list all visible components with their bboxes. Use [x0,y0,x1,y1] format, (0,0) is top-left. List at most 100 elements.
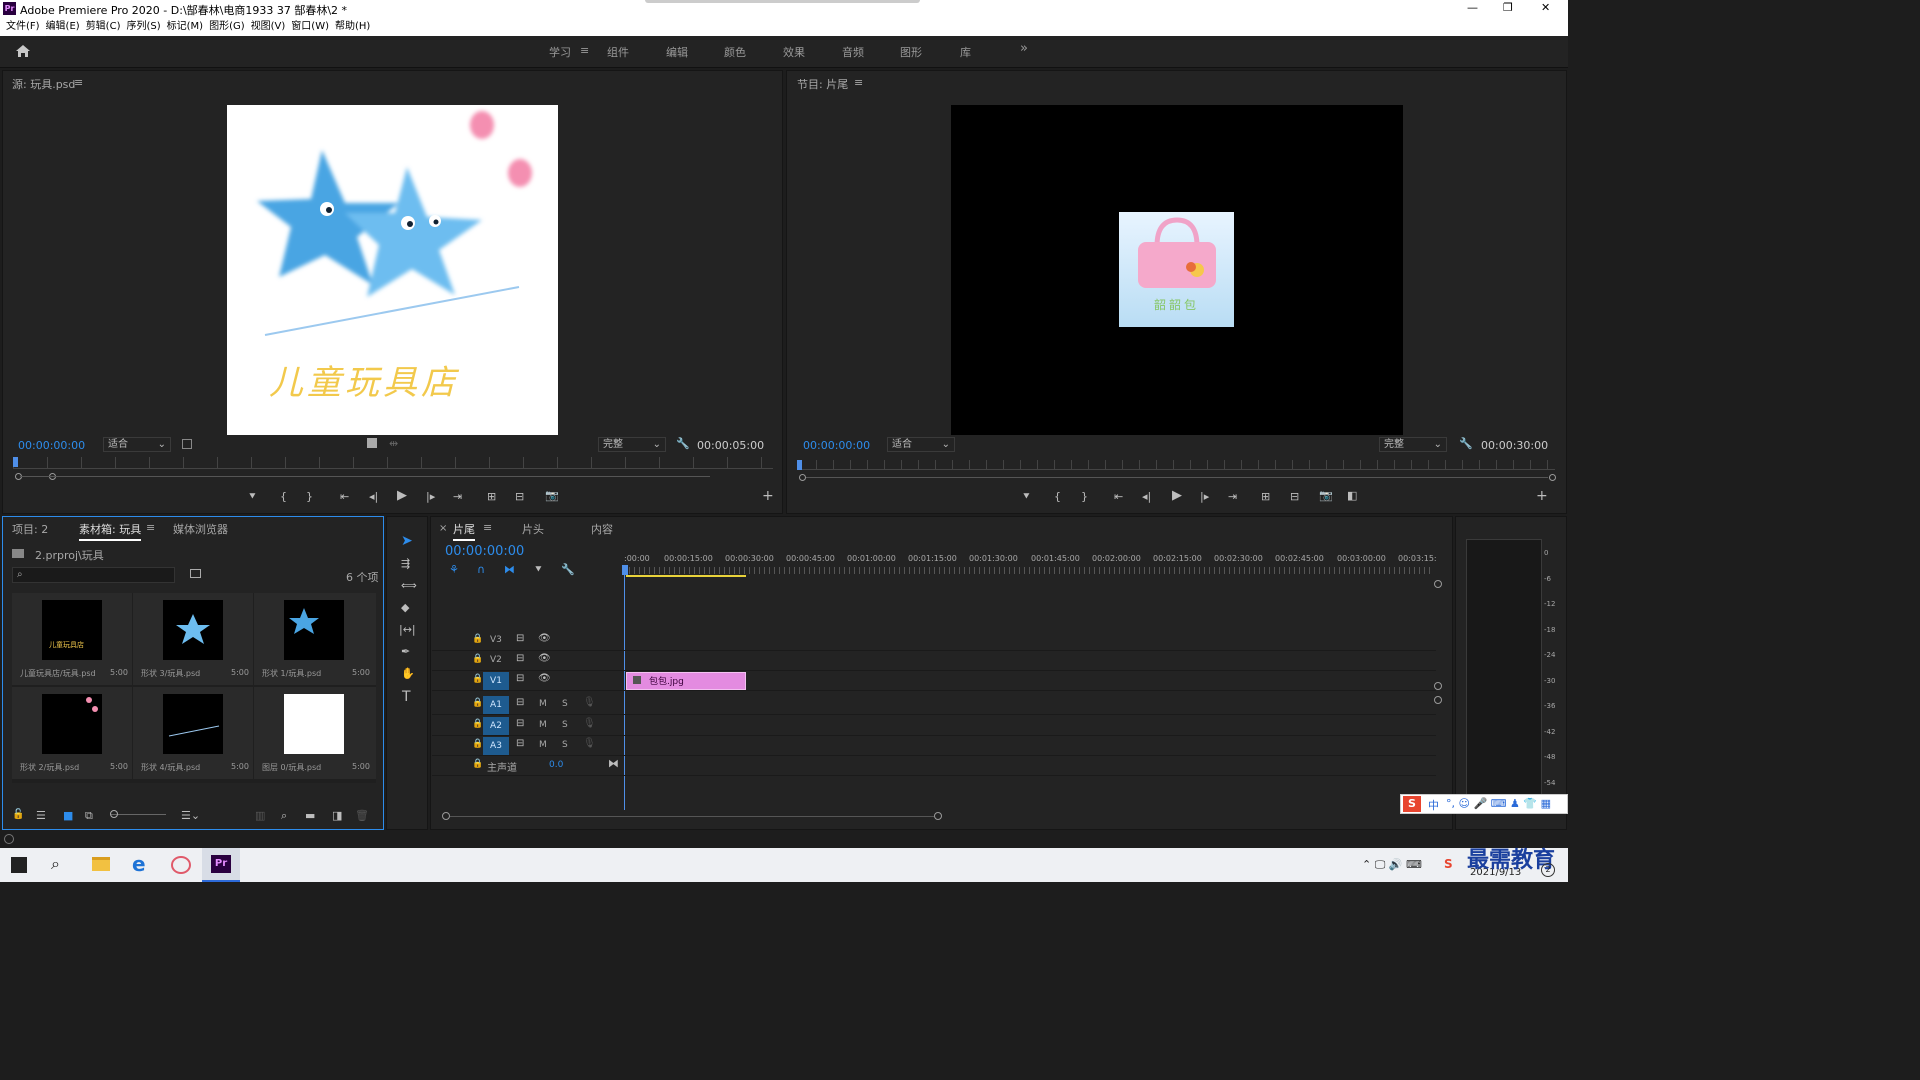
workspace-tab-libraries[interactable]: 库 [960,44,971,60]
timeline-settings-icon[interactable]: 🔧 [561,563,575,576]
program-zoom-bar[interactable] [799,474,1556,482]
export-frame-icon[interactable]: 📷 [545,489,559,502]
new-item-icon[interactable]: ◨ [332,809,342,822]
menu-edit[interactable]: 编辑(E) [46,18,80,36]
add-marker-icon[interactable]: ⯆ [248,490,257,504]
workspace-menu-icon[interactable]: ≡ [580,44,589,57]
source-settings-icon[interactable] [182,439,192,449]
taskbar-search-icon[interactable]: ⌕ [51,854,60,874]
lock-icon[interactable]: 🔓 [12,809,24,820]
nest-icon[interactable]: ⚘ [449,563,459,576]
program-add-marker-icon[interactable]: ⯆ [1022,490,1031,504]
pen-tool-icon[interactable]: ✒ [401,645,410,658]
track-mute-button[interactable]: M [539,720,547,730]
insert-icon[interactable]: ⊞ [487,490,496,503]
track-sync-icon[interactable]: ⊟ [516,673,524,684]
maximize-button[interactable]: ❐ [1503,1,1513,14]
source-fit-dropdown[interactable]: 适合 ⌄ [103,437,171,452]
workspace-tab-color[interactable]: 颜色 [724,44,746,60]
selection-tool-icon[interactable]: ➤ [401,533,413,549]
type-tool-icon[interactable]: T [402,689,411,705]
tab-project[interactable]: 项目: 2 [12,521,48,537]
workspace-more-icon[interactable]: » [1020,41,1028,56]
program-playhead[interactable] [797,460,802,470]
home-icon[interactable] [15,44,31,58]
program-quality-dropdown[interactable]: 完整 ⌄ [1379,437,1447,452]
go-to-out-icon[interactable]: ⇥ [453,490,462,503]
track-label[interactable]: V1 [483,672,509,690]
bin-item[interactable]: 形状 4/玩具.psd 5:00 [133,687,253,779]
linked-selection-icon[interactable]: ⧓ [504,563,515,576]
sort-icon[interactable]: ☰⌄ [181,809,200,822]
step-back-icon[interactable]: ◂| [369,490,378,503]
source-playhead[interactable] [13,457,18,467]
timeline-tab-start[interactable]: 片头 [522,521,544,537]
new-bin-icon[interactable]: ▬ [305,809,315,822]
menu-graphics[interactable]: 图形(G) [209,18,245,36]
program-play-icon[interactable]: ▶ [1172,488,1182,503]
play-icon[interactable]: ▶ [397,488,407,503]
razor-tool-icon[interactable]: ◆ [401,601,409,614]
track-lock-icon[interactable]: 🔒 [472,634,483,644]
source-timecode[interactable]: 00:00:00:00 [18,439,85,452]
program-fit-dropdown[interactable]: 适合 ⌄ [887,437,955,452]
work-area-bar[interactable] [626,575,746,577]
timeline-timecode[interactable]: 00:00:00:00 [445,544,524,559]
source-quality-dropdown[interactable]: 完整 ⌄ [598,437,666,452]
track-sync-icon[interactable]: ⊟ [516,653,524,664]
track-sync-icon[interactable]: ⊟ [516,738,524,749]
program-step-back-icon[interactable]: ◂| [1142,490,1151,503]
menu-file[interactable]: 文件(F) [6,18,40,36]
timeline-playhead-head[interactable] [622,565,628,575]
step-forward-icon[interactable]: |▸ [426,490,435,503]
track-solo-button[interactable]: S [562,740,568,750]
tray-sogou-icon[interactable]: S [1444,857,1453,871]
workspace-tab-learn[interactable]: 学习 [549,44,571,60]
program-monitor-title[interactable]: 节目: 片尾 [797,76,848,92]
timeline-vertical-scrollbar[interactable] [1434,580,1443,705]
minimize-button[interactable]: — [1467,1,1478,14]
zoom-slider-handle[interactable] [110,810,118,818]
master-volume-value[interactable]: 0.0 [549,760,563,770]
file-explorer-icon[interactable] [92,857,110,871]
track-mute-button[interactable]: M [539,740,547,750]
source-drag-icon[interactable]: ⇹ [389,437,398,450]
track-label[interactable]: V2 [490,655,502,665]
bin-tab-menu-icon[interactable]: ≡ [146,521,155,534]
premiere-taskbar-icon[interactable]: Pr [202,848,240,882]
program-export-frame-icon[interactable]: 📷 [1319,489,1333,502]
bin-item[interactable]: 图层 0/玩具.psd 5:00 [254,687,376,779]
slip-tool-icon[interactable]: |↔| [399,623,416,636]
timeline-tab-menu-icon[interactable]: ≡ [483,521,492,534]
timeline-clip[interactable]: 包包.jpg [626,672,746,690]
timeline-tab-content[interactable]: 内容 [591,521,613,537]
automate-icon[interactable]: ▥ [255,809,265,822]
close-button[interactable]: ✕ [1541,1,1550,14]
track-lock-icon[interactable]: 🔒 [472,698,483,708]
bin-item[interactable]: 形状 3/玩具.psd 5:00 [133,593,253,685]
hand-tool-icon[interactable]: ✋ [401,667,415,680]
notification-badge[interactable]: 2 [1541,863,1555,877]
tray-icons[interactable]: ⌃ 🖵 🔊 ⌨ [1362,858,1422,872]
lift-icon[interactable]: ⊞ [1261,490,1270,503]
menu-view[interactable]: 视图(V) [251,18,286,36]
menu-marker[interactable]: 标记(M) [167,18,203,36]
program-mark-in-icon[interactable]: { [1054,490,1061,503]
track-mic-icon[interactable]: 🎙 [583,738,596,749]
track-sync-icon[interactable]: ⊟ [516,718,524,729]
track-solo-button[interactable]: S [562,720,568,730]
bin-item[interactable]: 形状 1/玩具.psd 5:00 [254,593,376,685]
mark-in-icon[interactable]: { [280,490,287,503]
bin-search-input[interactable]: ⌕ [12,567,175,583]
track-label[interactable]: A2 [483,717,509,735]
program-step-forward-icon[interactable]: |▸ [1200,490,1209,503]
freeform-view-icon[interactable]: ⧉ [85,809,93,823]
track-eye-icon[interactable]: 👁 [538,653,551,664]
overwrite-icon[interactable]: ⊟ [515,490,524,503]
tab-bin-toys[interactable]: 素材箱: 玩具 [79,521,142,541]
program-add-button-icon[interactable]: + [1536,488,1548,504]
ime-toolbar[interactable]: S 中 °, ☺ 🎤 ⌨ ♟ 👕 ▦ [1400,794,1568,814]
workspace-tab-graphics[interactable]: 图形 [900,44,922,60]
track-eye-icon[interactable]: 👁 [538,673,551,684]
icon-view-icon[interactable]: ■ [63,809,73,822]
